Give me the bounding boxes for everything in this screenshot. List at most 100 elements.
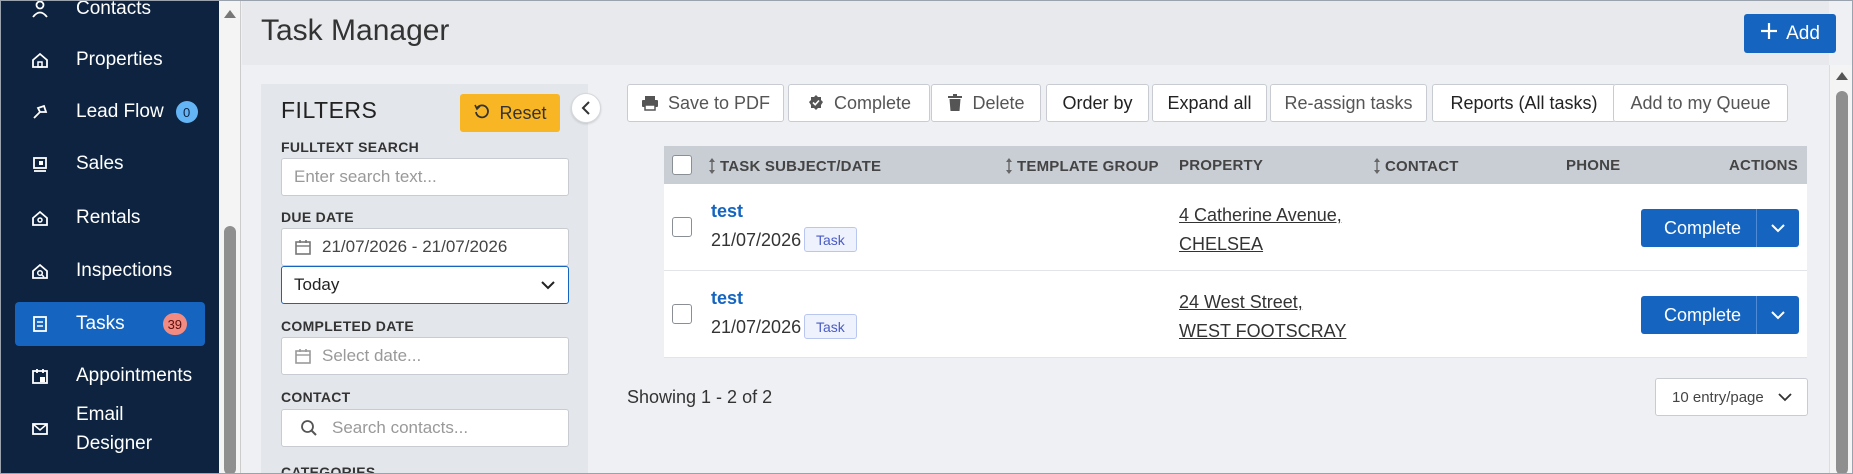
sidebar-item-label: Appointments [76, 365, 193, 386]
chevron-down-icon [1777, 389, 1793, 405]
search-icon [300, 419, 318, 437]
sales-icon [29, 153, 51, 175]
verified-check-icon [807, 94, 825, 112]
sidebar-item-label: Rentals [76, 207, 141, 228]
reports-label: Reports (All tasks) [1450, 92, 1598, 113]
order-by-button[interactable]: Order by [1046, 84, 1149, 122]
sidebar-item-inspections[interactable]: Inspections [15, 249, 205, 293]
task-subject-link[interactable]: test [711, 288, 743, 309]
page-header: Task Manager Add [242, 1, 1836, 65]
lead-flow-badge: 0 [175, 101, 198, 123]
task-subject-link[interactable]: test [711, 201, 743, 222]
chevron-down-icon [540, 277, 556, 293]
main-scrollbar[interactable] [1829, 65, 1852, 473]
sidebar-item-sales[interactable]: Sales [15, 142, 205, 186]
page-title: Task Manager [261, 14, 450, 47]
column-header-subject[interactable]: TASK SUBJECT/DATE [708, 157, 881, 175]
home-icon [29, 49, 51, 71]
due-date-preset-select[interactable]: Today [281, 266, 569, 304]
save-to-pdf-label: Save to PDF [667, 92, 771, 113]
reset-icon [473, 102, 491, 125]
calendar-icon [294, 238, 312, 256]
row-complete-button[interactable]: Complete [1641, 218, 1756, 239]
scrollbar-thumb[interactable] [1836, 91, 1848, 473]
save-to-pdf-button[interactable]: Save to PDF [627, 84, 784, 122]
sort-icon [1005, 157, 1013, 175]
column-header-template-group[interactable]: TEMPLATE GROUP [1005, 157, 1159, 175]
add-button[interactable]: Add [1744, 14, 1836, 53]
fulltext-search-input[interactable]: Enter search text... [281, 158, 569, 196]
due-date-value: 21/07/2026 - 21/07/2026 [322, 237, 508, 256]
fulltext-label: FULLTEXT SEARCH [281, 139, 420, 155]
rentals-icon [29, 207, 51, 229]
completed-date-placeholder: Select date... [322, 346, 422, 365]
row-actions-dropdown[interactable] [1757, 307, 1799, 323]
reports-button[interactable]: Reports (All tasks) [1432, 84, 1616, 122]
completed-date-input[interactable]: Select date... [281, 337, 569, 375]
sidebar-item-rentals[interactable]: Rentals [15, 196, 205, 240]
reset-label: Reset [499, 102, 547, 123]
sidebar-item-contacts[interactable]: Contacts [15, 0, 205, 31]
plus-icon [1760, 22, 1778, 46]
task-date: 21/07/2026 [711, 317, 802, 337]
calendar-icon [29, 365, 51, 387]
sidebar-item-properties[interactable]: Properties [15, 38, 205, 82]
due-date-label: DUE DATE [281, 209, 354, 225]
order-by-label: Order by [1062, 92, 1133, 113]
sidebar-item-label: Contacts [76, 0, 151, 19]
row-actions-dropdown[interactable] [1757, 220, 1799, 236]
contacts-icon [29, 1, 51, 20]
reassign-tasks-button[interactable]: Re-assign tasks [1270, 84, 1427, 122]
add-to-queue-button[interactable]: Add to my Queue [1613, 84, 1788, 122]
row-complete-button-group: Complete [1641, 296, 1799, 334]
property-link[interactable]: 24 West Street, WEST FOOTSCRAY [1179, 288, 1346, 346]
column-header-property: PROPERTY [1179, 157, 1264, 174]
pagination-summary: Showing 1 - 2 of 2 [627, 387, 773, 407]
task-type-tag: Task [804, 227, 857, 252]
sidebar-item-label: Sales [76, 153, 124, 174]
row-checkbox[interactable] [672, 304, 692, 324]
contact-search-input[interactable]: Search contacts... [281, 409, 569, 447]
sidebar-item-tasks[interactable]: Tasks 39 [15, 302, 205, 346]
sidebar-item-label: Email Designer [76, 404, 153, 454]
row-checkbox[interactable] [672, 217, 692, 237]
sidebar-item-lead-flow[interactable]: Lead Flow 0 [15, 90, 205, 134]
filters-panel: FILTERS Reset FULLTEXT SEARCH Enter sear… [261, 84, 588, 473]
row-complete-button[interactable]: Complete [1641, 305, 1756, 326]
scroll-up-arrow-icon[interactable] [1836, 72, 1848, 80]
sidebar-item-label: Tasks [76, 313, 125, 334]
scrollbar-thumb[interactable] [224, 226, 236, 473]
sidebar-scrollbar[interactable] [219, 1, 241, 473]
delete-button[interactable]: Delete [931, 84, 1041, 122]
trash-icon [947, 94, 963, 112]
expand-all-button[interactable]: Expand all [1152, 84, 1267, 122]
table-header: TASK SUBJECT/DATE TEMPLATE GROUP PROPERT… [664, 146, 1807, 184]
expand-all-label: Expand all [1167, 92, 1252, 113]
tasks-icon [29, 313, 51, 335]
printer-icon [641, 94, 659, 112]
property-link[interactable]: 4 Catherine Avenue, CHELSEA [1179, 201, 1342, 259]
collapse-filters-button[interactable] [571, 93, 601, 123]
column-header-actions: ACTIONS [1729, 157, 1798, 174]
task-date: 21/07/2026 [711, 230, 802, 250]
complete-selected-button[interactable]: Complete [788, 84, 930, 122]
reset-button[interactable]: Reset [460, 94, 560, 132]
sidebar-item-label: Inspections [76, 260, 173, 281]
chevron-down-icon [1770, 220, 1786, 236]
sort-icon [708, 157, 716, 175]
add-label: Add [1786, 22, 1820, 44]
table-row: test 21/07/2026 Task 24 West Street, WES… [664, 271, 1807, 358]
select-all-checkbox[interactable] [672, 155, 692, 175]
entries-per-page-select[interactable]: 10 entry/page [1655, 378, 1808, 416]
chevron-down-icon [1770, 307, 1786, 323]
app-window: Contacts Properties Lead Flow 0 Sales Re… [0, 0, 1853, 474]
sidebar-item-email-designer[interactable]: Email Designer [15, 399, 205, 459]
scroll-up-arrow-icon[interactable] [224, 10, 236, 18]
column-header-contact[interactable]: CONTACT [1373, 157, 1459, 175]
due-date-preset-value: Today [294, 275, 340, 294]
column-header-phone: PHONE [1566, 157, 1621, 174]
email-icon [29, 418, 51, 440]
lead-flow-icon [29, 101, 51, 123]
sidebar-item-appointments[interactable]: Appointments [15, 354, 205, 398]
due-date-range-input[interactable]: 21/07/2026 - 21/07/2026 [281, 228, 569, 266]
